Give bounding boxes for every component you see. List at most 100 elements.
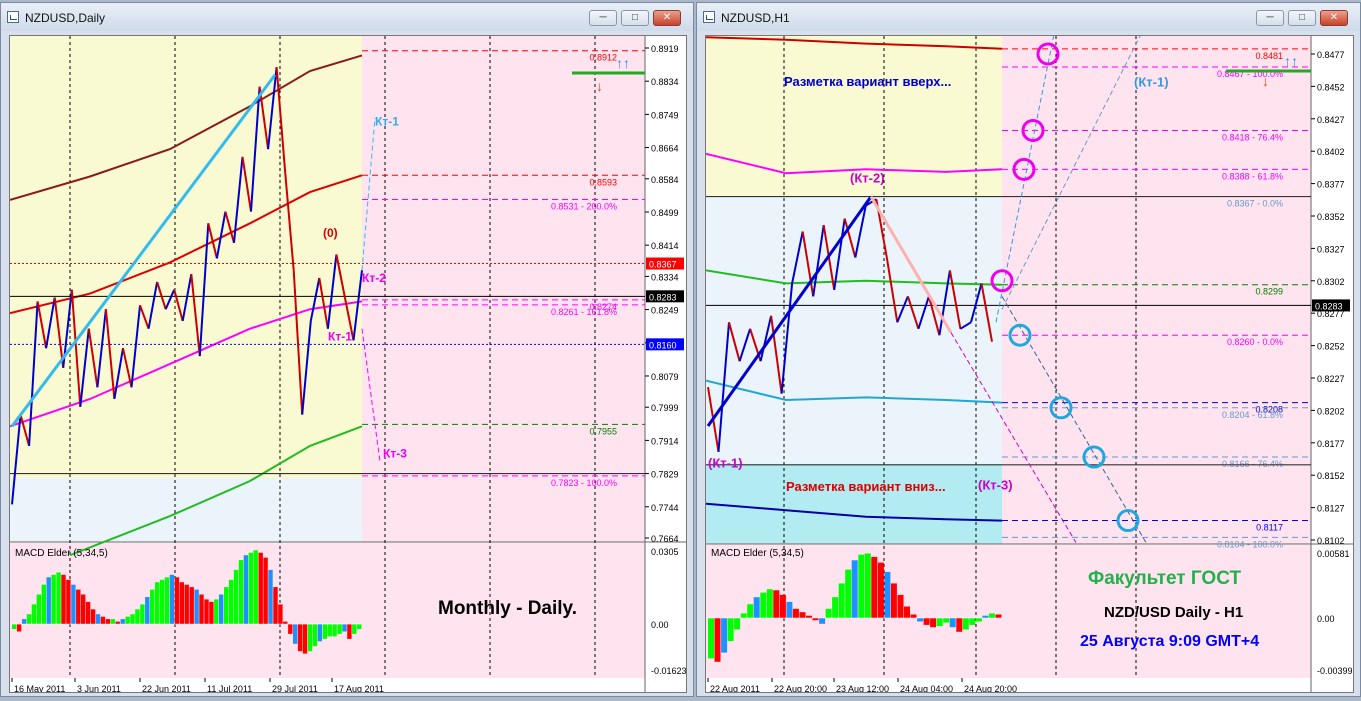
price-tag-label: 0.8283 <box>1315 301 1343 311</box>
macd-histogram-bar <box>189 587 194 624</box>
price-axis-label: 0.7744 <box>651 503 679 513</box>
macd-histogram-bar <box>233 569 239 624</box>
markup-variant-down-note: Разметка вариант вниз... <box>786 479 946 494</box>
macd-histogram-bar <box>125 616 130 625</box>
macd-histogram-bar <box>95 614 101 624</box>
macd-histogram-bar <box>238 560 244 625</box>
maximize-button[interactable]: □ <box>1288 10 1316 26</box>
macd-histogram-bar <box>327 624 332 637</box>
down-arrow-icon: ↓ <box>596 78 603 94</box>
price-tag-label: 0.8283 <box>649 292 677 302</box>
point-label-kt2: (Кт-2) <box>850 170 885 185</box>
price-axis-label: 0.8352 <box>1317 212 1345 222</box>
right-indicator-label: MACD Elder (5,34,5) <box>711 548 804 559</box>
macd-histogram-bar <box>988 613 995 618</box>
point-label-kt1-forecast: (Кт-1) <box>1134 74 1169 89</box>
price-axis-label: 0.8334 <box>651 272 679 282</box>
right-chart-area[interactable]: 0.8481 0.8467 - 100.0% 0.8418 - 76.4% 0.838… <box>705 35 1354 693</box>
price-axis-label: 0.8227 <box>1317 374 1345 384</box>
macd-histogram-bar <box>110 619 115 624</box>
price-axis-label: 0.8177 <box>1317 439 1345 449</box>
close-button[interactable]: ✕ <box>653 10 681 26</box>
date-caption: 25 Августа 9:09 GMT+4 <box>1080 633 1260 650</box>
time-axis-label: 23 Aug 12:00 <box>836 684 889 692</box>
price-axis-label: 0.8664 <box>651 144 679 154</box>
close-button[interactable]: ✕ <box>1320 10 1348 26</box>
macd-histogram-bar <box>302 624 308 654</box>
macd-histogram-bar <box>819 618 826 624</box>
macd-histogram-bar <box>204 599 209 624</box>
macd-histogram-bar <box>135 609 140 625</box>
time-axis-label: 22 Jun 2011 <box>142 684 191 692</box>
macd-histogram-bar <box>150 589 155 625</box>
forecast-zone <box>362 36 645 542</box>
macd-histogram-bar <box>786 601 793 618</box>
macd-histogram-bar <box>347 624 352 639</box>
macd-histogram-bar <box>214 599 219 624</box>
macd-axis-label: 0.0305 <box>651 547 679 557</box>
right-window-titlebar[interactable]: NZDUSD,H1 ─ □ ✕ <box>697 3 1360 31</box>
left-price-chart[interactable]: 0.89120.85930.8531 - 200.0%0.82740.8261 … <box>10 36 686 692</box>
macd-histogram-bar <box>105 619 111 624</box>
macd-histogram-bar <box>858 554 865 618</box>
macd-histogram-bar <box>219 594 224 624</box>
macd-axis-label: -0.01623 <box>651 666 686 676</box>
down-arrow-icon: ↓ <box>1262 73 1269 89</box>
macd-histogram-bar <box>283 621 288 625</box>
macd-histogram-bar <box>357 624 362 629</box>
minimize-button[interactable]: ─ <box>1256 10 1284 26</box>
brand-caption: Факультет ГОСТ <box>1088 568 1242 589</box>
macd-histogram-bar <box>956 618 963 632</box>
macd-histogram-bar <box>884 571 891 618</box>
minimize-button[interactable]: ─ <box>589 10 617 26</box>
macd-histogram-bar <box>41 584 46 625</box>
macd-histogram-bar <box>169 574 175 624</box>
price-tag-label: 0.8160 <box>649 340 677 350</box>
macd-histogram-bar <box>812 618 819 621</box>
macd-histogram-bar <box>740 613 747 618</box>
maximize-button[interactable]: □ <box>621 10 649 26</box>
up-arrow-icon: ↑↑ <box>616 55 630 71</box>
price-level-label: 0.8367 - 0.0% <box>1227 199 1283 209</box>
macd-histogram-bar <box>46 577 51 625</box>
macd-histogram-bar <box>721 618 728 653</box>
left-window-titlebar[interactable]: NZDUSD,Daily ─ □ ✕ <box>1 3 693 31</box>
macd-axis-label: 0.00 <box>651 620 669 630</box>
time-axis-label: 22 Aug 2011 <box>710 684 760 692</box>
point-label-kt3: (Кт-3) <box>978 477 1013 492</box>
macd-histogram-bar <box>174 577 180 625</box>
macd-histogram-bar <box>145 597 150 625</box>
macd-histogram-bar <box>243 555 249 625</box>
time-axis-label: 17 Aug 2011 <box>334 684 384 692</box>
price-axis-label: 0.7999 <box>651 403 679 413</box>
price-axis-label: 0.8834 <box>651 77 679 87</box>
macd-histogram-bar <box>825 608 832 618</box>
right-price-chart[interactable]: 0.84810.8467 - 100.0%0.8418 - 76.4%0.838… <box>706 36 1353 692</box>
macd-histogram-bar <box>179 582 184 624</box>
price-axis-label: 0.7829 <box>651 470 679 480</box>
price-axis-label: 0.8302 <box>1317 277 1345 287</box>
macd-histogram-bar <box>962 618 969 630</box>
macd-histogram-bar <box>337 624 342 634</box>
left-timeframe-caption: Monthly - Daily. <box>438 598 577 619</box>
time-axis-label: 16 May 2011 <box>14 684 65 692</box>
left-chart-window[interactable]: NZDUSD,Daily ─ □ ✕ 0.8912 0.8593 0.8531 - … <box>0 2 694 697</box>
macd-histogram-bar <box>140 604 145 625</box>
point-label-kt1: Кт-1 <box>328 329 352 343</box>
macd-histogram-bar <box>199 594 204 624</box>
macd-histogram-bar <box>832 597 839 618</box>
macd-histogram-bar <box>248 552 253 625</box>
macd-histogram-bar <box>975 618 982 622</box>
left-indicator-label: MACD Elder (5,34,5) <box>15 548 108 559</box>
price-axis-label: 0.8327 <box>1317 244 1345 254</box>
macd-histogram-bar <box>21 619 27 624</box>
macd-histogram-bar <box>734 618 741 630</box>
left-chart-area[interactable]: 0.8912 0.8593 0.8531 - 200.0% 0.8274 0.8261 … <box>9 35 687 693</box>
macd-histogram-bar <box>76 589 81 625</box>
macd-histogram-bar <box>799 612 806 618</box>
macd-histogram-bar <box>51 574 56 624</box>
macd-histogram-bar <box>851 560 858 618</box>
price-level-label: 0.8912 <box>589 53 617 63</box>
macd-histogram-bar <box>194 589 199 625</box>
right-chart-window[interactable]: NZDUSD,H1 ─ □ ✕ 0.8481 0.8467 - 100.0% 0.8… <box>696 2 1361 697</box>
